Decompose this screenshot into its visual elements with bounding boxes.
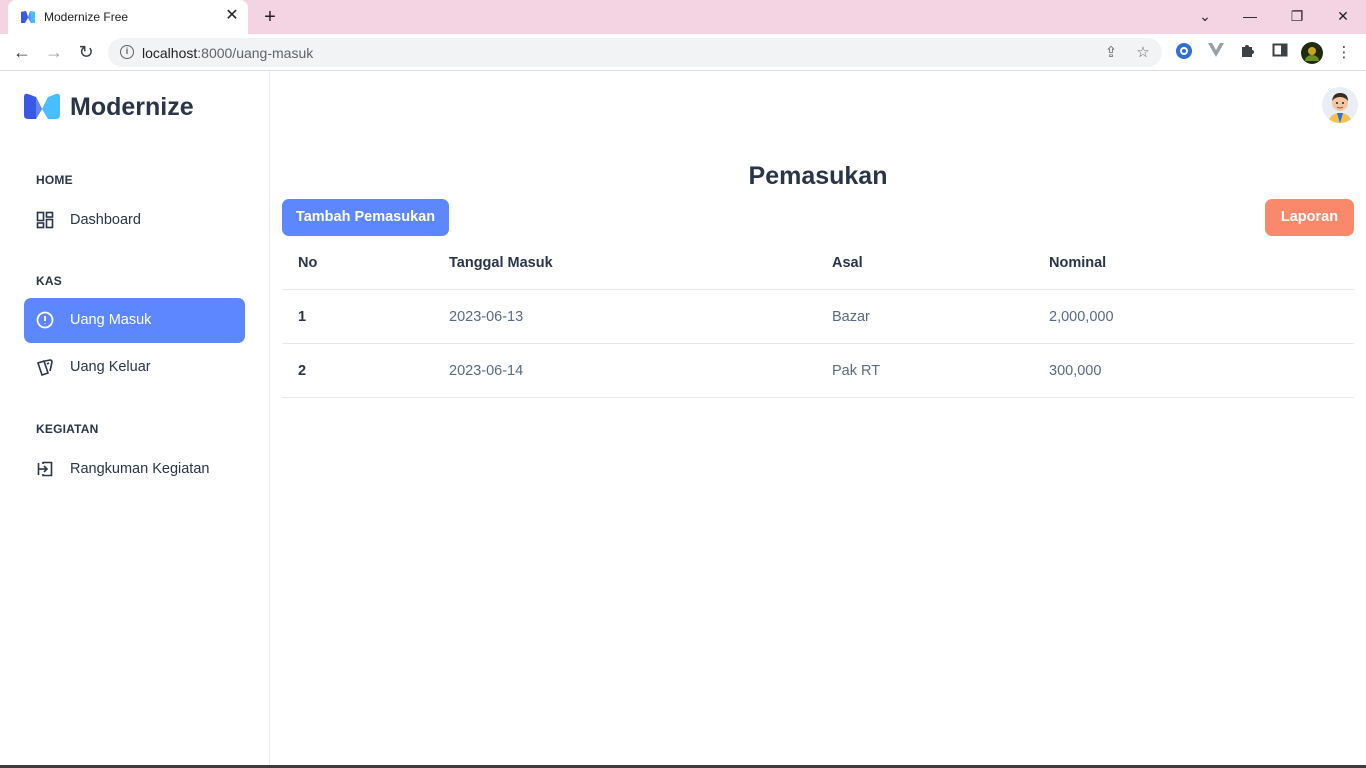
window-close-icon[interactable]: ✕ — [1331, 6, 1355, 26]
share-icon[interactable]: ⇪ — [1101, 43, 1121, 63]
column-header-date: Tanggal Masuk — [449, 255, 553, 271]
restore-icon[interactable]: ❐ — [1285, 6, 1309, 26]
nav-caption-home: HOME — [36, 173, 73, 187]
user-avatar[interactable] — [1322, 87, 1358, 123]
column-header-source: Asal — [832, 255, 863, 271]
new-tab-icon[interactable]: + — [260, 7, 280, 27]
sidebar-item-uang-keluar[interactable]: Uang Keluar — [24, 345, 245, 390]
column-header-amount: Nominal — [1049, 255, 1107, 271]
close-tab-icon[interactable]: ✕ — [224, 8, 240, 24]
main-content: Pemasukan Tambah Pemasukan Laporan No Ta… — [270, 71, 1366, 768]
row-source: Bazar — [832, 309, 870, 325]
sidebar-item-label: Dashboard — [70, 212, 141, 228]
sidebar-item-dashboard[interactable]: Dashboard — [24, 198, 245, 243]
sidebar-item-rangkuman-kegiatan[interactable]: Rangkuman Kegiatan — [24, 447, 245, 492]
column-header-no: No — [298, 255, 318, 271]
row-date: 2023-06-13 — [449, 309, 524, 325]
login-icon — [37, 461, 53, 477]
row-source: Pak RT — [832, 363, 881, 379]
income-table: No Tanggal Masuk Asal Nominal 1 2023-06-… — [282, 236, 1354, 398]
tab-search-chevron-icon[interactable]: ⌄ — [1193, 6, 1217, 26]
add-income-button[interactable]: Tambah Pemasukan — [282, 199, 449, 236]
profile-avatar-icon[interactable] — [1301, 42, 1323, 64]
table-header-row: No Tanggal Masuk Asal Nominal — [282, 236, 1354, 290]
extension-blue-icon[interactable] — [1173, 42, 1195, 64]
back-arrow-icon[interactable]: ← — [10, 41, 34, 63]
side-panel-icon[interactable] — [1269, 42, 1291, 64]
layout-dashboard-icon — [36, 211, 54, 229]
tab-title: Modernize Free — [44, 10, 129, 24]
url-path: :8000/uang-masuk — [197, 45, 314, 61]
cards-icon — [36, 359, 53, 376]
address-bar[interactable]: i localhost:8000/uang-masuk ⇪ ☆ — [108, 38, 1162, 67]
user-avatar-icon — [1322, 87, 1358, 123]
extension-vue-icon[interactable] — [1205, 42, 1227, 64]
sidebar-item-uang-masuk[interactable]: Uang Masuk — [24, 298, 245, 343]
alert-circle-icon — [36, 311, 54, 329]
report-button[interactable]: Laporan — [1265, 199, 1354, 236]
row-date: 2023-06-14 — [449, 363, 524, 379]
row-amount: 300,000 — [1049, 363, 1102, 379]
row-number: 1 — [298, 309, 307, 325]
url-text: localhost:8000/uang-masuk — [142, 45, 313, 61]
modernize-favicon-icon — [21, 11, 35, 23]
forward-arrow-icon[interactable]: → — [42, 41, 66, 63]
browser-tab[interactable]: Modernize Free ✕ — [8, 0, 248, 34]
brand-name: Modernize — [70, 93, 194, 121]
browser-tab-strip: Modernize Free ✕ + ⌄ — ❐ ✕ — [0, 0, 1366, 34]
modernize-logo-icon — [24, 93, 60, 119]
app: Modernize HOME Dashboard KAS Uang Masuk … — [0, 71, 1366, 768]
url-host: localhost — [142, 45, 198, 61]
nav-caption-kegiatan: KEGIATAN — [36, 422, 99, 436]
sidebar: Modernize HOME Dashboard KAS Uang Masuk … — [0, 71, 270, 768]
minimize-icon[interactable]: — — [1238, 6, 1262, 26]
row-amount: 2,000,000 — [1049, 309, 1114, 325]
table-row: 1 2023-06-13 Bazar 2,000,000 — [282, 290, 1354, 344]
browser-menu-icon[interactable]: ⋮ — [1333, 42, 1355, 64]
bookmark-star-icon[interactable]: ☆ — [1133, 43, 1153, 63]
site-info-icon[interactable]: i — [120, 45, 134, 59]
nav-caption-kas: KAS — [36, 274, 62, 288]
reload-icon[interactable]: ↻ — [74, 41, 98, 63]
table-row: 2 2023-06-14 Pak RT 300,000 — [282, 344, 1354, 398]
row-number: 2 — [298, 363, 307, 379]
sidebar-item-label: Uang Masuk — [70, 312, 152, 328]
sidebar-item-label: Uang Keluar — [70, 359, 151, 375]
sidebar-item-label: Rangkuman Kegiatan — [70, 461, 210, 477]
browser-toolbar: ← → ↻ i localhost:8000/uang-masuk ⇪ ☆ ⋮ — [0, 34, 1366, 71]
extensions-puzzle-icon[interactable] — [1237, 42, 1259, 64]
page-title: Pemasukan — [748, 162, 888, 190]
